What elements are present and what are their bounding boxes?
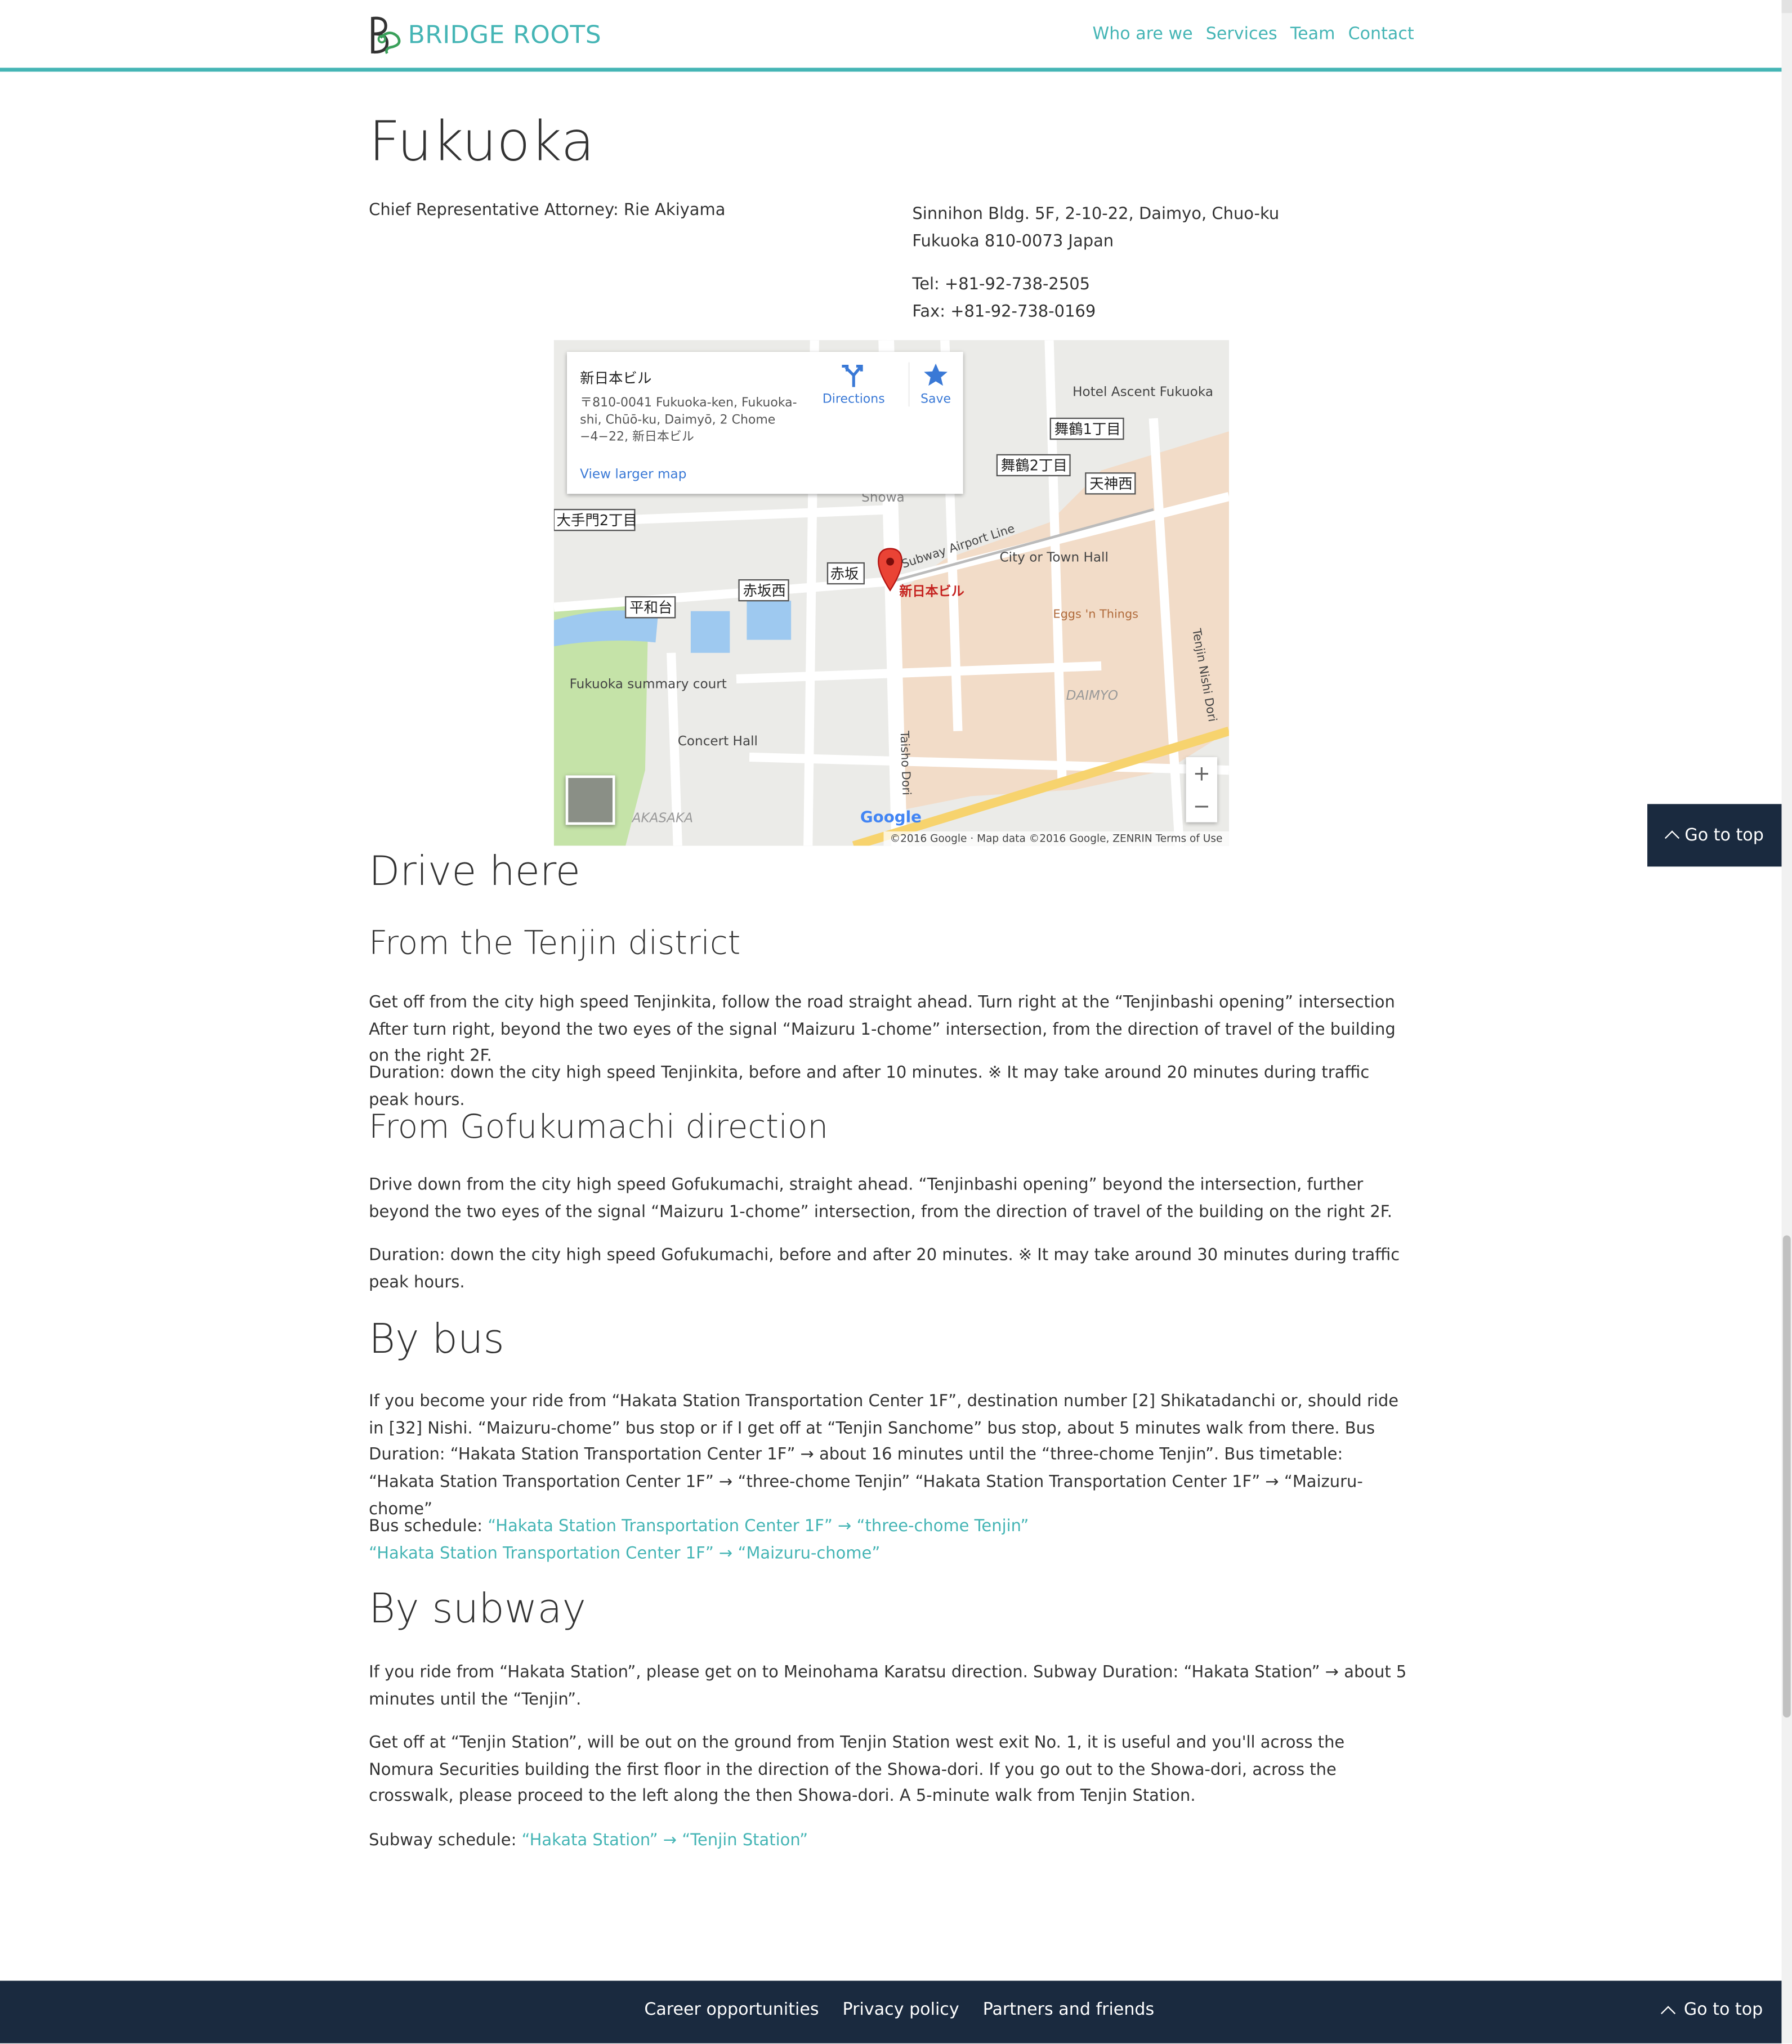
map-pin-label: 新日本ビル	[899, 584, 964, 599]
gofuku-directions: Drive down from the city high speed Gofu…	[369, 1174, 1392, 1221]
map-station-akasakanishi[interactable]: 赤坂西	[743, 583, 785, 600]
go-to-top-button[interactable]: Go to top	[1647, 804, 1783, 867]
tenjin-directions: Get off from the city high speed Tenjink…	[369, 991, 1396, 1066]
gofuku-duration: Duration: down the city high speed Gofuk…	[369, 1244, 1400, 1291]
tenjin-duration: Duration: down the city high speed Tenji…	[369, 1062, 1370, 1109]
directions-label: Directions	[822, 392, 885, 407]
map-place-card: 新日本ビル 〒810-0041 Fukuoka-ken, Fukuoka-shi…	[566, 352, 963, 494]
drive-heading: Drive here	[369, 848, 580, 896]
map-label-taisho-dori: Taisho Dori	[898, 730, 914, 795]
map-station-maizuru2[interactable]: 舞鶴2丁目	[1001, 458, 1067, 475]
go-to-top-label: Go to top	[1684, 825, 1764, 846]
map-label-concert-hall: Concert Hall	[678, 734, 758, 749]
scroll-up-arrow[interactable]	[1781, 0, 1792, 14]
footer-partners-link[interactable]: Partners and friends	[983, 2000, 1155, 2020]
map-label-daimyo: DAIMYO	[1066, 688, 1118, 703]
attorney-info: Chief Representative Attorney: Rie Akiya…	[369, 199, 726, 219]
save-button[interactable]: Save	[908, 362, 962, 407]
nav-team[interactable]: Team	[1290, 25, 1335, 44]
map-attribution[interactable]: ©2016 Google · Map data ©2016 Google, ZE…	[883, 831, 1229, 846]
gofuku-heading: From Gofukumachi direction	[369, 1107, 829, 1146]
site-header: BRIDGE ROOTS Who are we Services Team Co…	[0, 0, 1782, 72]
map-station-otemon[interactable]: 大手門2丁目	[556, 512, 637, 529]
save-label: Save	[920, 392, 951, 407]
nav-contact[interactable]: Contact	[1348, 25, 1414, 44]
map-place-address: 〒810-0041 Fukuoka-ken, Fukuoka-shi, Chūō…	[580, 396, 797, 445]
map-label-hotel: Hotel Ascent Fukuoka	[1072, 385, 1213, 400]
brand-name: BRIDGE ROOTS	[408, 21, 602, 50]
footer-links: Career opportunities Privacy policy Part…	[0, 2000, 1792, 2020]
bus-heading: By bus	[369, 1316, 504, 1363]
map-label-akasaka: AKASAKA	[631, 811, 693, 826]
map-zoom-control: + −	[1186, 757, 1218, 822]
map-station-tenjinnishi[interactable]: 天神西	[1089, 476, 1132, 493]
brand-logo[interactable]: BRIDGE ROOTS	[369, 14, 601, 56]
subway-walk: Get off at “Tenjin Station”, will be out…	[369, 1732, 1345, 1806]
scroll-thumb[interactable]	[1782, 1235, 1791, 1718]
embedded-map[interactable]: 新日本ビル Hotel Ascent Fukuoka City or Town …	[553, 340, 1229, 846]
subway-directions: If you ride from “Hakata Station”, pleas…	[369, 1661, 1407, 1708]
google-logo: Google	[860, 808, 922, 826]
view-larger-map-link[interactable]: View larger map	[580, 468, 686, 482]
zoom-out-button[interactable]: −	[1186, 790, 1218, 822]
address-line-2: Fukuoka 810-0073 Japan	[912, 230, 1114, 251]
map-label-court: Fukuoka summary court	[570, 677, 727, 691]
satellite-toggle[interactable]	[565, 775, 615, 825]
page-scrollbar[interactable]	[1781, 0, 1792, 2043]
footer-go-to-top[interactable]: Go to top	[1660, 2000, 1763, 2020]
site-footer: Career opportunities Privacy policy Part…	[0, 1980, 1782, 2043]
nav-services[interactable]: Services	[1206, 25, 1277, 44]
directions-icon	[842, 364, 863, 387]
directions-button[interactable]: Directions	[817, 363, 890, 407]
subway-schedule-label: Subway schedule:	[369, 1830, 522, 1849]
footer-privacy-link[interactable]: Privacy policy	[843, 2000, 959, 2020]
address-line-1: Sinnihon Bldg. 5F, 2-10-22, Daimyo, Chuo…	[912, 203, 1280, 223]
footer-career-link[interactable]: Career opportunities	[644, 2000, 819, 2020]
subway-schedule-link[interactable]: “Hakata Station” → “Tenjin Station”	[522, 1830, 808, 1849]
chevron-up-icon	[1660, 2005, 1676, 2020]
telephone: Tel: +81-92-738-2505	[912, 274, 1091, 293]
bus-directions: If you become your ride from “Hakata Sta…	[369, 1390, 1399, 1518]
chevron-up-icon	[1664, 830, 1679, 846]
bus-schedule-label: Bus schedule:	[369, 1515, 488, 1535]
subway-heading: By subway	[369, 1586, 586, 1633]
nav-who-are-we[interactable]: Who are we	[1092, 25, 1192, 44]
star-icon	[924, 363, 948, 386]
page-title: Fukuoka	[369, 109, 595, 173]
map-station-maizuru1[interactable]: 舞鶴1丁目	[1054, 421, 1121, 438]
tenjin-heading: From the Tenjin district	[369, 924, 741, 962]
subway-schedule: Subway schedule: “Hakata Station” → “Ten…	[369, 1827, 1411, 1854]
bridge-roots-logo-icon	[371, 16, 401, 54]
zoom-in-button[interactable]: +	[1186, 757, 1218, 790]
main-nav: Who are we Services Team Contact	[1092, 25, 1414, 44]
map-label-eggs: Eggs 'n Things	[1053, 607, 1138, 620]
contact-info: Sinnihon Bldg. 5F, 2-10-22, Daimyo, Chuo…	[912, 199, 1279, 340]
bus-schedule-link-tenjin[interactable]: “Hakata Station Transportation Center 1F…	[488, 1515, 1029, 1535]
map-station-heiwadai[interactable]: 平和台	[629, 600, 672, 616]
map-place-title: 新日本ビル	[580, 370, 652, 387]
fax: Fax: +81-92-738-0169	[912, 301, 1096, 321]
bus-schedule-link-maizuru[interactable]: “Hakata Station Transportation Center 1F…	[369, 1542, 880, 1562]
map-label-city-hall: City or Town Hall	[1000, 551, 1109, 565]
map-station-akasaka[interactable]: 赤坂	[830, 566, 859, 583]
bus-schedule: Bus schedule: “Hakata Station Transporta…	[369, 1513, 1411, 1567]
footer-go-to-top-label: Go to top	[1683, 2000, 1763, 2020]
